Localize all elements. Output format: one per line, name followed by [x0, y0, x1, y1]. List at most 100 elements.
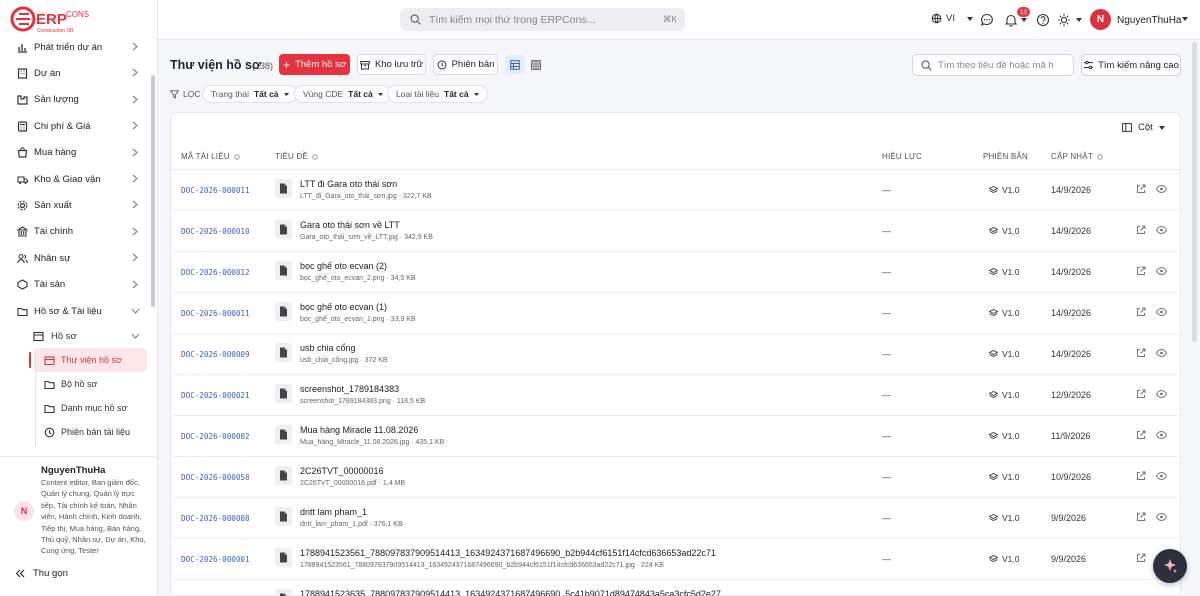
filter-chip-status[interactable]: Trạng thái Tất cả	[202, 85, 298, 103]
sidebar-item-san-luong[interactable]: Sản lượng	[0, 87, 150, 113]
eye-icon[interactable]	[1156, 308, 1167, 316]
advanced-search-button[interactable]: Tìm kiếm nâng cao	[1081, 54, 1181, 76]
open-external-icon[interactable]	[1136, 512, 1146, 522]
sidebar-scrollbar[interactable]	[151, 75, 155, 307]
table-row[interactable]: DOC-2026-000002 Mua hàng Miracle 11.08.20…	[171, 416, 1180, 457]
open-external-icon[interactable]	[1136, 430, 1146, 440]
sidebar-item-du-an[interactable]: Dự án	[0, 60, 150, 86]
language-selector[interactable]: VI	[931, 13, 973, 24]
table-row[interactable]: 1788941523635_788097837909514413_1634924…	[171, 580, 1180, 596]
sidebar-item-tai-san[interactable]: Tài sản	[0, 272, 150, 298]
document-title[interactable]: dntt lam pham_1	[300, 507, 367, 517]
table-row[interactable]: DOC-2026-000001 1788941523561_78809783790…	[171, 539, 1180, 580]
document-code[interactable]: DOC-2026-000011	[181, 186, 250, 195]
add-document-button[interactable]: + Thêm hồ sơ	[279, 54, 350, 75]
open-external-icon[interactable]	[1136, 307, 1146, 317]
header-version[interactable]: PHIÊN BẢN	[983, 152, 1028, 161]
document-title[interactable]: 1788941523561_788097837909514413_1634924…	[300, 548, 716, 558]
eye-icon[interactable]	[1156, 390, 1167, 398]
document-title[interactable]: screenshot_1789184383	[300, 384, 399, 394]
grid-view-toggle[interactable]	[526, 55, 546, 74]
header-code[interactable]: MÃ TÀI LIỆU	[181, 152, 240, 161]
filter-chip-cde-zone[interactable]: Vùng CDE Tất cả	[294, 85, 392, 103]
table-row[interactable]: DOC-2026-000008 dntt lam pham_1 dntt_lam_p…	[171, 498, 1180, 539]
table-row[interactable]: DOC-2026-000058 2C26TVT_00000016 2C26TVT_0…	[171, 457, 1180, 498]
header-title[interactable]: TIÊU ĐỀ	[275, 152, 318, 161]
eye-icon[interactable]	[1156, 267, 1167, 275]
open-external-icon[interactable]	[1136, 389, 1146, 399]
document-title[interactable]: 2C26TVT_00000016	[300, 466, 384, 476]
open-external-icon[interactable]	[1136, 348, 1146, 358]
header-updated[interactable]: CẬP NHẬT	[1051, 152, 1103, 161]
open-external-icon[interactable]	[1136, 225, 1146, 235]
eye-icon[interactable]	[1156, 472, 1167, 480]
document-code[interactable]: DOC-2026-000010	[181, 227, 250, 236]
document-title[interactable]: bọc ghế oto ecvan (2)	[300, 261, 387, 271]
table-row[interactable]: DOC-2026-000011 LTT đi Gara oto thái sơn L…	[171, 170, 1180, 211]
sidebar-item-nhan-su[interactable]: Nhân sự	[0, 245, 150, 271]
document-code[interactable]: DOC-2026-000008	[181, 514, 250, 523]
sidebar-item-ho-so-tai-lieu[interactable]: Hồ sơ & Tài liệu	[0, 298, 150, 324]
sidebar-sub-ho-so[interactable]: Hồ sơ	[0, 324, 150, 348]
document-code[interactable]: DOC-2026-000001	[181, 555, 250, 564]
sidebar-subsub-bo-ho-so[interactable]: Bộ hồ sơ	[34, 372, 147, 396]
open-external-icon[interactable]	[1136, 553, 1146, 563]
sidebar-subsub-thu-vien-ho-so[interactable]: Thư viện hồ sơ	[29, 348, 147, 373]
table-row[interactable]: DOC-2026-000021 screenshot_1789184383 scre…	[171, 375, 1180, 416]
sidebar-item-kho-giao-van[interactable]: Kho & Giao vận	[0, 166, 150, 192]
document-code[interactable]: DOC-2026-000021	[181, 391, 250, 400]
document-code[interactable]: DOC-2026-000058	[181, 473, 250, 482]
sidebar-item-phat-trien-du-an[interactable]: Phát triển dự án	[0, 34, 150, 60]
document-title[interactable]: usb chia cổng	[300, 343, 356, 353]
table-row[interactable]: DOC-2026-000012 bọc ghế oto ecvan (2) bọc_…	[171, 252, 1180, 293]
open-external-icon[interactable]	[1136, 266, 1146, 276]
page-scrollbar[interactable]	[1192, 42, 1197, 342]
sun-icon[interactable]	[1057, 13, 1071, 27]
eye-icon[interactable]	[1156, 513, 1167, 521]
caret-down-icon[interactable]	[1021, 18, 1027, 22]
filter-chip-doc-type[interactable]: Loại tài liệu Tất cả	[387, 85, 488, 103]
sidebar-item-san-xuat[interactable]: Sản xuất	[0, 192, 150, 218]
document-title[interactable]: Mua hàng Miracle 11.08.2026	[300, 425, 418, 435]
bell-icon[interactable]	[1004, 13, 1018, 27]
user-name[interactable]: NguyenThuHa	[1117, 15, 1181, 26]
caret-down-icon[interactable]	[1182, 17, 1188, 21]
sidebar-subsub-phien-ban-tai-lieu[interactable]: Phiên bản tài liệu	[34, 420, 147, 444]
table-row[interactable]: DOC-2026-000010 Gara oto thái sơn về LTT G…	[171, 211, 1180, 252]
columns-button[interactable]: Cột	[1122, 122, 1165, 133]
sidebar-item-chi-phi-gia[interactable]: Chi phí & Giá	[0, 113, 150, 139]
document-title[interactable]: 1788941523635_788097837909514413_1634924…	[300, 589, 721, 596]
document-code[interactable]: DOC-2026-000011	[181, 309, 250, 318]
document-code[interactable]: DOC-2026-000009	[181, 350, 250, 359]
help-icon[interactable]	[1036, 13, 1050, 27]
eye-icon[interactable]	[1156, 431, 1167, 439]
sidebar-item-tai-chinh[interactable]: Tài chính	[0, 219, 150, 245]
document-title[interactable]: Gara oto thái sơn về LTT	[300, 220, 400, 230]
open-external-icon[interactable]	[1136, 184, 1146, 194]
list-view-toggle[interactable]	[505, 55, 525, 74]
table-row[interactable]: DOC-2026-000011 bọc ghế oto ecvan (1) bọc_…	[171, 293, 1180, 334]
document-code[interactable]: DOC-2026-000012	[181, 268, 250, 277]
avatar[interactable]: N	[1090, 9, 1111, 30]
document-title[interactable]: bọc ghế oto ecvan (1)	[300, 302, 387, 312]
eye-icon[interactable]	[1156, 185, 1167, 193]
storage-button[interactable]: Kho lưu trữ	[357, 54, 426, 75]
caret-down-icon[interactable]	[1076, 18, 1082, 22]
document-title[interactable]: LTT đi Gara oto thái sơn	[300, 179, 397, 189]
chat-icon[interactable]	[980, 13, 994, 27]
sidebar-user-panel[interactable]: N NguyenThuHa Content editor, Ban giám đ…	[0, 456, 157, 566]
sidebar-item-mua-hang[interactable]: Mua hàng	[0, 140, 150, 166]
header-effect[interactable]: HIỆU LỰC	[882, 152, 922, 161]
collapse-sidebar-button[interactable]: Thu gọn	[15, 568, 68, 579]
version-button[interactable]: Phiên bản	[433, 54, 498, 75]
eye-icon[interactable]	[1156, 349, 1167, 357]
eye-icon[interactable]	[1156, 226, 1167, 234]
sidebar-subsub-danh-muc-ho-so[interactable]: Danh mục hồ sơ	[34, 396, 147, 420]
table-row[interactable]: DOC-2026-000009 usb chia cổng usb_chia_cổn…	[171, 334, 1180, 375]
ai-assistant-button[interactable]	[1153, 549, 1187, 583]
document-search-input[interactable]: Tìm theo tiêu đề hoặc mã h	[912, 54, 1074, 76]
document-code[interactable]: DOC-2026-000002	[181, 432, 250, 441]
global-search-input[interactable]: Tìm kiếm mọi thứ trong ERPCons... ⌘K	[400, 8, 685, 31]
open-external-icon[interactable]	[1136, 471, 1146, 481]
erpcons-logo[interactable]: ERP CONS Construction DB	[10, 4, 100, 36]
